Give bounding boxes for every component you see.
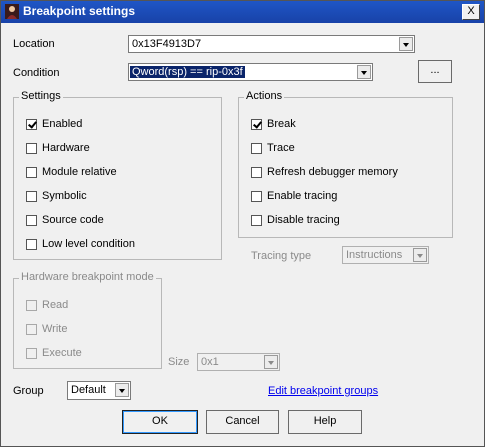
chevron-down-icon[interactable] [264, 355, 278, 369]
hardware-mode-group-title: Hardware breakpoint mode [19, 271, 156, 283]
checkbox-box[interactable] [26, 300, 37, 311]
source-code-label: Source code [42, 214, 104, 226]
tracing-type-value: Instructions [346, 249, 403, 261]
actions-group-title: Actions [244, 90, 285, 102]
checkbox-box[interactable] [26, 348, 37, 359]
trace-label: Trace [267, 142, 295, 154]
help-button[interactable]: Help [288, 410, 362, 434]
location-label: Location [13, 38, 55, 50]
size-value: 0x1 [201, 356, 219, 368]
chevron-down-icon[interactable] [115, 383, 129, 397]
condition-value[interactable]: Qword(rsp) == rip-0x3f [130, 66, 245, 78]
checkbox-box[interactable] [251, 167, 262, 178]
location-combo[interactable]: 0x13F4913D7 [128, 35, 415, 53]
breakpoint-settings-dialog: Breakpoint settings X Location 0x13F4913… [0, 0, 485, 447]
title-bar: Breakpoint settings X [1, 1, 484, 23]
checkbox-box[interactable] [26, 143, 37, 154]
symbolic-label: Symbolic [42, 190, 87, 202]
module-relative-label: Module relative [42, 166, 117, 178]
checkbox-box[interactable] [26, 167, 37, 178]
cancel-button[interactable]: Cancel [206, 410, 279, 434]
low-level-condition-label: Low level condition [42, 238, 135, 250]
checkbox-box[interactable] [26, 239, 37, 250]
refresh-debugger-memory-label: Refresh debugger memory [267, 166, 398, 178]
checkbox-box[interactable] [251, 143, 262, 154]
checkbox-box[interactable] [251, 191, 262, 202]
condition-browse-button[interactable]: ... [418, 60, 452, 83]
group-combo[interactable]: Default [67, 381, 131, 400]
condition-label: Condition [13, 67, 60, 79]
close-icon: X [467, 5, 475, 17]
write-label: Write [42, 323, 68, 335]
execute-label: Execute [42, 347, 82, 359]
checkbox-box[interactable] [26, 324, 37, 335]
checkbox-box[interactable] [251, 215, 262, 226]
size-combo[interactable]: 0x1 [197, 353, 280, 371]
checkbox-box[interactable] [26, 215, 37, 226]
settings-group-title: Settings [19, 90, 63, 102]
break-label: Break [267, 118, 296, 130]
disable-tracing-label: Disable tracing [267, 214, 340, 226]
group-value: Default [71, 384, 106, 396]
group-label: Group [13, 385, 44, 397]
chevron-down-icon[interactable] [399, 37, 413, 51]
size-label: Size [168, 356, 190, 368]
close-button[interactable]: X [462, 4, 480, 20]
window-title: Breakpoint settings [23, 4, 136, 18]
tracing-type-label: Tracing type [251, 250, 312, 262]
chevron-down-icon[interactable] [413, 248, 427, 262]
chevron-down-icon[interactable] [357, 65, 371, 79]
read-label: Read [42, 299, 69, 311]
checkbox-box[interactable] [26, 119, 37, 130]
condition-combo[interactable]: Qword(rsp) == rip-0x3f [128, 63, 373, 81]
app-icon [5, 4, 19, 19]
tracing-type-combo[interactable]: Instructions [342, 246, 429, 264]
location-value: 0x13F4913D7 [132, 38, 202, 50]
ok-button[interactable]: OK [122, 410, 198, 434]
enable-tracing-label: Enable tracing [267, 190, 338, 202]
hardware-label: Hardware [42, 142, 90, 154]
checkbox-box[interactable] [251, 119, 262, 130]
checkbox-box[interactable] [26, 191, 37, 202]
edit-breakpoint-groups-link[interactable]: Edit breakpoint groups [268, 385, 378, 397]
enabled-label: Enabled [42, 118, 83, 130]
